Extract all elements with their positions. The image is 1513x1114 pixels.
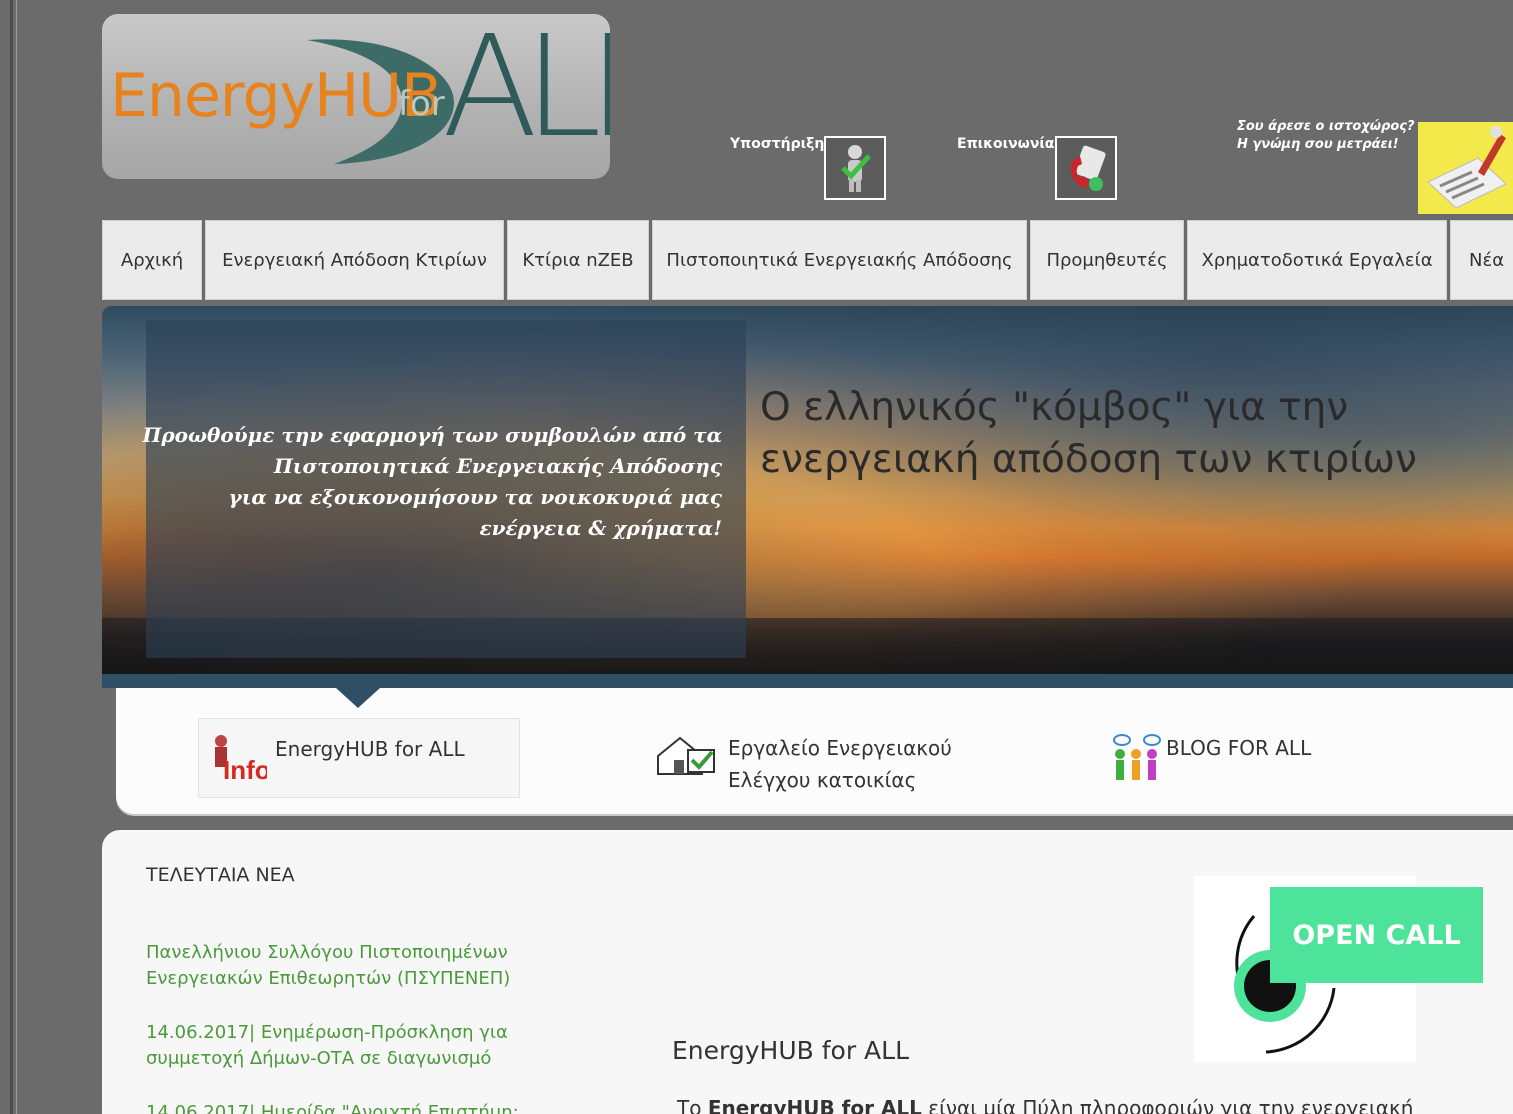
nav-item-news[interactable]: Νέα	[1450, 220, 1513, 300]
news-item[interactable]: 14.06.2017| Ενημέρωση-Πρόσκληση για συμμ…	[146, 1020, 546, 1072]
section-title: EnergyHUB for ALL	[672, 1036, 909, 1065]
support-person-check-icon	[841, 145, 871, 192]
contact-link[interactable]: Επικοινωνία	[957, 136, 1054, 152]
support-link[interactable]: Υποστήριξη	[730, 136, 824, 152]
window-border-highlight	[16, 0, 17, 1114]
tab-energy-check-tool[interactable]: Εργαλείο Ενεργειακού Ελέγχου κατοικίας	[654, 732, 952, 796]
logo-text-all: ALL	[442, 14, 610, 169]
contact-button[interactable]	[1055, 136, 1117, 200]
house-check-icon	[657, 736, 715, 775]
news-item[interactable]: 14.06.2017| Ημερίδα "Ανοιχτή Επιστήμη:	[146, 1100, 546, 1114]
logo-text-energyhub: EnergyHUB	[110, 61, 442, 131]
tab-energyhub-label: EnergyHUB for ALL	[275, 737, 465, 761]
open-call-button[interactable]: OPEN CALL	[1270, 887, 1483, 983]
news-item[interactable]: Πανελλήνιου Συλλόγου Πιστοποιημένων Ενερ…	[146, 940, 546, 992]
site-logo[interactable]: EnergyHUB for ALL	[102, 14, 610, 179]
nav-item-suppliers[interactable]: Προμηθευτές	[1030, 220, 1184, 300]
nav-item-building-energy-performance[interactable]: Ενεργειακή Απόδοση Κτιρίων	[205, 220, 504, 300]
nav-item-home[interactable]: Αρχική	[102, 220, 202, 300]
tab-blog[interactable]: BLOG FOR ALL	[1110, 732, 1311, 786]
hero-panel-line3: για να εξοικονομήσουν τα νοικοκυριά μας	[228, 485, 722, 509]
hero-panel-line4: ενέργεια & χρήματα!	[479, 516, 722, 540]
intro-prefix: Το	[677, 1096, 708, 1114]
hero-panel-line2: Πιστοποιητικά Ενεργειακής Απόδοσης	[273, 454, 722, 478]
people-chat-icon	[1113, 734, 1161, 780]
tab-energy-check-line1: Εργαλείο Ενεργειακού	[728, 736, 952, 760]
main-navigation: Αρχική Ενεργειακή Απόδοση Κτιρίων Κτίρια…	[102, 220, 1513, 300]
hero-headline: Ο ελληνικός "κόμβος" για την ενεργειακή …	[760, 382, 1480, 486]
nav-item-financing-tools[interactable]: Χρηματοδοτικά Εργαλεία	[1187, 220, 1447, 300]
intro-bold: EnergyHUB for ALL	[707, 1096, 922, 1114]
feedback-prompt[interactable]: Σου άρεσε ο ιστοχώρος? Η γνώμη σου μετρά…	[1237, 118, 1415, 154]
info-icon-text: Info	[223, 755, 267, 783]
intro-suffix: είναι μία Πύλη πληροφοριών για την ενεργ…	[921, 1096, 1414, 1114]
feedback-survey-icon[interactable]	[1418, 122, 1513, 214]
support-button[interactable]	[824, 136, 886, 200]
intro-paragraph: Το EnergyHUB for ALL είναι μία Πύλη πληρ…	[677, 1096, 1413, 1114]
nav-item-nzeb-buildings[interactable]: Κτίρια nZEB	[507, 220, 649, 300]
tab-energy-check-line2: Ελέγχου κατοικίας	[728, 768, 917, 792]
nav-item-energy-certificates[interactable]: Πιστοποιητικά Ενεργειακής Απόδοσης	[652, 220, 1027, 300]
latest-news-heading: ΤΕΛΕΥΤΑΙΑ ΝΕΑ	[146, 864, 295, 886]
feedback-line2: Η γνώμη σου μετράει!	[1237, 137, 1399, 152]
hero-text-panel: Προωθούμε την εφαρμογή των συμβουλών από…	[142, 320, 746, 658]
hero-banner: Προωθούμε την εφαρμογή των συμβουλών από…	[102, 306, 1513, 688]
phone-contact-icon	[1070, 145, 1106, 191]
tab-energyhub-info[interactable]: Info EnergyHUB for ALL	[198, 718, 520, 798]
hero-headline-line2: ενεργειακή απόδοση των κτιρίων	[760, 437, 1417, 482]
main-content: ΤΕΛΕΥΤΑΙΑ ΝΕΑ Πανελλήνιου Συλλόγου Πιστο…	[102, 830, 1513, 1114]
info-icon: Info	[215, 735, 267, 783]
hero-headline-line1: Ο ελληνικός "κόμβος" για την	[760, 385, 1349, 430]
active-tab-pointer	[336, 688, 380, 708]
hero-panel-line1: Προωθούμε την εφαρμογή των συμβουλών από…	[142, 423, 722, 447]
logo-text-for: for	[398, 84, 445, 124]
window-border	[10, 0, 13, 1114]
feedback-line1: Σου άρεσε ο ιστοχώρος?	[1237, 119, 1415, 134]
tab-blog-label: BLOG FOR ALL	[1166, 736, 1312, 760]
